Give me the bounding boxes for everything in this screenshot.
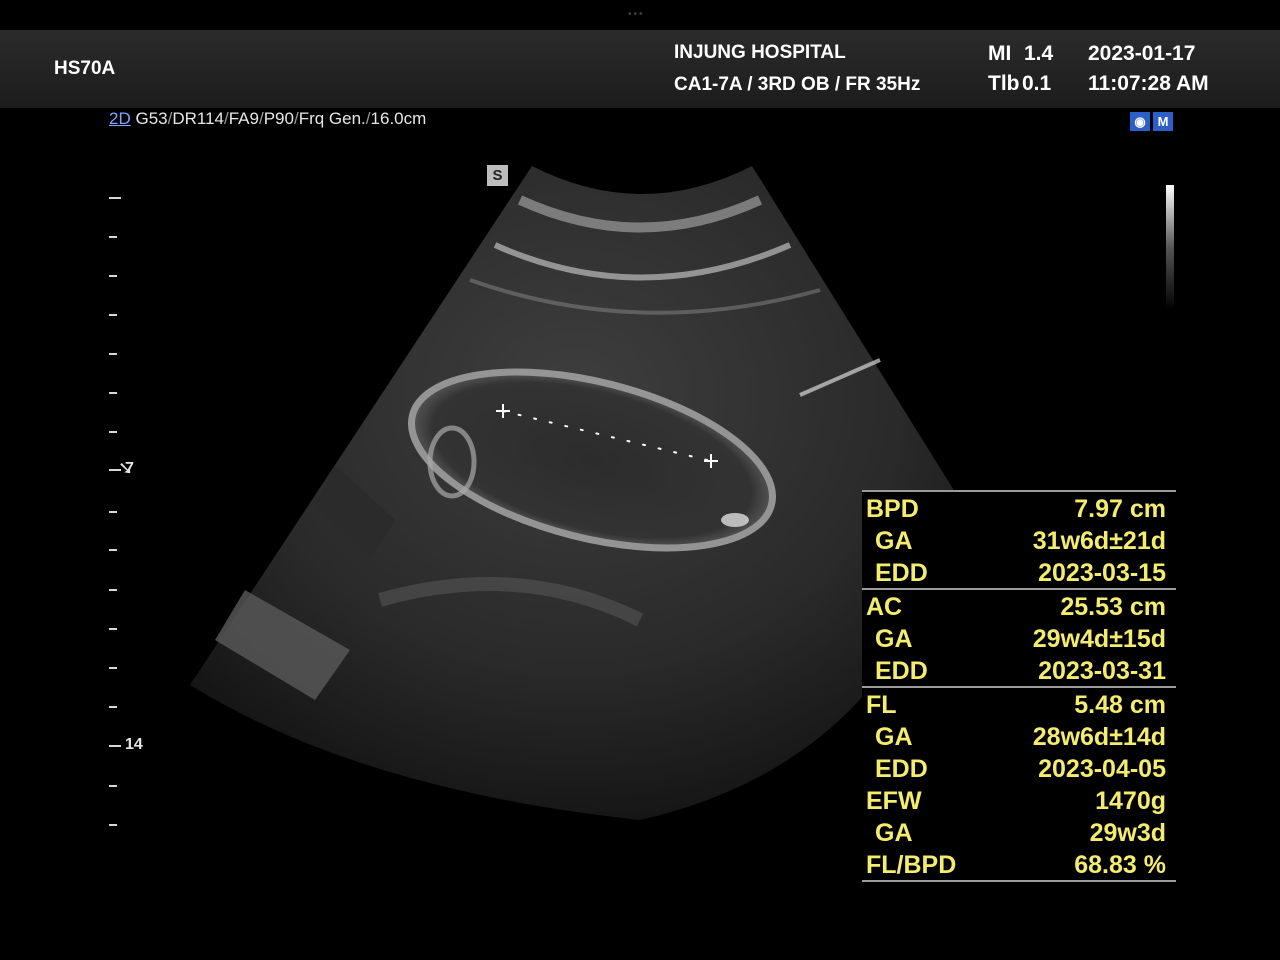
measurement-row: GA 31w6d±21d — [862, 524, 1176, 556]
measurement-value: 2023-03-31 — [1038, 657, 1166, 685]
measurement-row: GA 29w4d±15d — [862, 622, 1176, 654]
measurement-label: FL/BPD — [866, 851, 957, 879]
measurement-value: 28w6d±14d — [1032, 723, 1166, 751]
measurement-label: EDD — [875, 755, 928, 783]
measurement-value: 7.97 cm — [1074, 495, 1166, 523]
measurement-label: EDD — [875, 657, 928, 685]
depth-tick — [109, 392, 117, 394]
measurement-value: 29w3d — [1089, 819, 1166, 847]
measurement-label: GA — [875, 723, 913, 751]
measurement-label: EFW — [866, 787, 922, 815]
measurement-row: EDD 2023-03-31 — [862, 654, 1176, 686]
depth-tick — [109, 745, 121, 747]
fl-group: FL 5.48 cm GA 28w6d±14d EDD 2023-04-05 EFW 1… — [862, 688, 1176, 880]
depth-tick — [109, 824, 117, 826]
depth-tick — [109, 628, 117, 630]
depth-tick — [109, 667, 117, 669]
measurement-row: AC 25.53 cm — [862, 590, 1176, 622]
depth-tick — [109, 353, 117, 355]
depth-tick — [109, 785, 117, 787]
measurement-label: FL — [866, 691, 897, 719]
focus-marker-icon[interactable]: ➘ — [118, 458, 133, 479]
measurement-value: 2023-03-15 — [1038, 559, 1166, 587]
measurement-value: 29w4d±15d — [1032, 625, 1166, 653]
measurement-row: FL 5.48 cm — [862, 688, 1176, 720]
measurement-label: GA — [875, 527, 913, 555]
measurement-label: BPD — [866, 495, 919, 523]
bpd-group: BPD 7.97 cm GA 31w6d±21d EDD 2023-03-15 — [862, 492, 1176, 590]
depth-tick — [109, 431, 117, 433]
depth-tick — [109, 589, 117, 591]
measurement-value: 2023-04-05 — [1038, 755, 1166, 783]
depth-tick — [109, 236, 117, 238]
measurement-label: GA — [875, 625, 913, 653]
depth-tick — [109, 511, 117, 513]
ac-group: AC 25.53 cm GA 29w4d±15d EDD 2023-03-31 — [862, 590, 1176, 688]
measurement-row: EDD 2023-03-15 — [862, 556, 1176, 588]
measurement-row: FL/BPD 68.83 % — [862, 848, 1176, 880]
depth-tick — [109, 706, 117, 708]
measurement-row: GA 28w6d±14d — [862, 720, 1176, 752]
measurement-row: EFW 1470g — [862, 784, 1176, 816]
measurement-value: 5.48 cm — [1074, 691, 1166, 719]
depth-label-14: 14 — [125, 736, 143, 753]
measurement-row: BPD 7.97 cm — [862, 492, 1176, 524]
depth-tick — [109, 275, 117, 277]
measurement-value: 1470g — [1095, 787, 1166, 815]
measurement-row: GA 29w3d — [862, 816, 1176, 848]
depth-tick — [109, 197, 121, 199]
measurement-label: GA — [875, 819, 913, 847]
measurement-label: EDD — [875, 559, 928, 587]
measurement-value: 25.53 cm — [1060, 593, 1166, 621]
measurement-value: 31w6d±21d — [1032, 527, 1166, 555]
measurement-panel: BPD 7.97 cm GA 31w6d±21d EDD 2023-03-15 AC 2… — [862, 490, 1176, 882]
measurement-value: 68.83 % — [1074, 851, 1166, 879]
depth-tick — [109, 549, 117, 551]
measurement-label: AC — [866, 593, 903, 621]
measurement-row: EDD 2023-04-05 — [862, 752, 1176, 784]
depth-tick — [109, 314, 117, 316]
